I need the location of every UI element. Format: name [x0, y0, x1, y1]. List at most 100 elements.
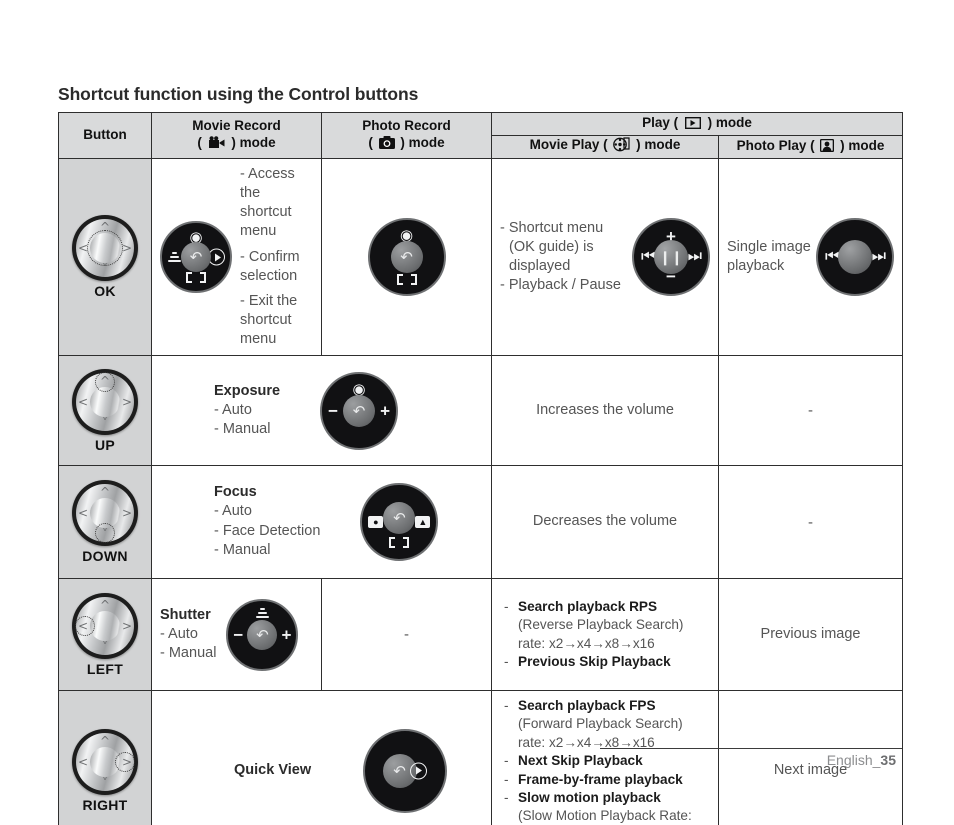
- paren-open: (: [197, 134, 202, 150]
- list-item-label: (Forward Playback Search): [518, 716, 683, 732]
- osd-wheel-playback: + − ⏮ ⏭ ❙❙: [632, 218, 710, 297]
- list-item: - Next Skip Playback: [504, 752, 710, 770]
- dpad-up[interactable]: ^ ˅ < >: [72, 368, 138, 435]
- cell-left-movie-play: - Search playback RPS (Reverse Playback …: [491, 578, 719, 692]
- camera-icon: [378, 135, 395, 154]
- button-label: RIGHT: [82, 796, 128, 813]
- osd-wheel-photo-shortcut: ◉ ↶: [367, 218, 446, 297]
- dpad-arrow-up-icon: ^: [99, 733, 111, 748]
- header-photo-play-pre: Photo Play (: [736, 137, 815, 153]
- table-row: ^ ˅ < > LEFT Shutter - Auto - Manual − +…: [58, 578, 904, 692]
- list-item-label: Search playback FPS: [518, 698, 656, 714]
- bullet-char: -: [504, 789, 509, 805]
- ok-photo-play-label: Single image playback: [727, 238, 811, 275]
- header-photo-play-post: ) mode: [840, 137, 885, 153]
- cell-down-photo-play: -: [717, 465, 904, 580]
- focus-brackets-icon: [186, 272, 206, 284]
- minus-icon: −: [233, 625, 244, 645]
- shortcut-function-table: Button Movie Record ( ) mode Photo Recor…: [58, 112, 904, 825]
- dpad-highlight-center: [87, 230, 123, 267]
- list-item: - Previous Skip Playback: [504, 653, 710, 671]
- dpad-arrow-left-icon: <: [78, 754, 89, 769]
- list-item: displayed: [509, 258, 571, 275]
- cell-left-photo-record: -: [321, 578, 492, 692]
- button-label: LEFT: [86, 660, 124, 677]
- button-cell-left: ^ ˅ < > LEFT: [58, 578, 152, 692]
- bullet-char: -: [504, 698, 509, 714]
- desc-title: Focus: [214, 484, 257, 501]
- down-focus-desc: Focus - Auto - Face Detection - Manual: [214, 484, 320, 559]
- table-header-row-1: Button Movie Record ( ) mode Photo Recor…: [58, 112, 904, 159]
- dpad-arrow-right-icon: >: [121, 394, 132, 409]
- landscape-icon: ▲: [415, 516, 431, 529]
- osd-wheel-shutter: − + ↶: [226, 598, 299, 671]
- portrait-photo-icon: [820, 138, 835, 157]
- return-arrow-icon: ↶: [383, 501, 416, 534]
- bullet-char: [504, 635, 512, 653]
- up-photo-play-text: -: [808, 402, 813, 420]
- down-photo-play-text: -: [808, 513, 813, 531]
- cell-down-movie-play: Decreases the volume: [491, 465, 719, 580]
- button-label: DOWN: [82, 548, 128, 565]
- list-item: (Forward Playback Search): [504, 715, 710, 733]
- bullet-char: [504, 616, 512, 634]
- dpad-highlight-down: [95, 523, 115, 544]
- left-movie-play-list: - Search playback RPS (Reverse Playback …: [492, 592, 718, 677]
- dpad-ok[interactable]: ^ ˅ < >: [72, 215, 138, 282]
- list-item: - Shortcut menu: [500, 219, 604, 236]
- header-photo-record-line2: ( ) mode: [322, 135, 491, 154]
- wheel-center: [838, 240, 873, 275]
- dpad-right[interactable]: ^ ˅ < >: [72, 728, 138, 795]
- face-detect-icon: ●: [368, 516, 384, 529]
- right-movie-play-list: - Search playback FPS (Forward Playback …: [492, 691, 718, 825]
- page-footer: English_35: [827, 752, 896, 768]
- list-item: - Search playback FPS: [504, 697, 710, 715]
- plus-icon: +: [281, 625, 292, 645]
- desc-title: Shutter: [160, 606, 211, 623]
- focus-brackets-icon: [389, 537, 410, 549]
- exposure-bars-icon: [167, 252, 181, 263]
- osd-wheel-shortcut: ◉ ↶: [160, 221, 232, 294]
- list-item: (Reverse Playback Search): [504, 616, 710, 634]
- exposure-bars-icon: [255, 607, 269, 618]
- cell-ok-photo-record: ◉ ↶: [321, 157, 492, 357]
- header-play-mode: Play ( ) mode: [490, 112, 904, 136]
- desc-title: Exposure: [214, 382, 281, 399]
- dpad-arrow-right-icon: >: [121, 241, 132, 256]
- list-item-label: (Slow Motion Playback Rate:: [518, 808, 692, 824]
- dpad-left[interactable]: ^ ˅ < >: [72, 592, 138, 659]
- list-item-label: (Reverse Playback Search): [518, 617, 684, 633]
- list-item-label: rate: x2→x4→x8→x16: [518, 635, 655, 651]
- film-reel-icon: [613, 137, 630, 157]
- cell-ok-movie-play: - Shortcut menu (OK guide) is displayed …: [491, 157, 719, 357]
- list-item: (Slow Motion Playback Rate:: [504, 807, 710, 825]
- list-item-label: Search playback RPS: [518, 598, 658, 614]
- osd-wheel-single-image: ⏮ ⏭: [816, 218, 895, 297]
- down-movie-play-text: Decreases the volume: [532, 513, 678, 530]
- cell-up-photo-play: -: [717, 355, 904, 467]
- return-arrow-icon: ↶: [181, 242, 211, 273]
- dpad-down[interactable]: ^ ˅ < >: [72, 480, 138, 547]
- plus-icon: +: [380, 401, 391, 421]
- header-movie-play: Movie Play ( ) mode: [491, 135, 719, 159]
- list-item: - Exit the shortcut menu: [240, 292, 298, 347]
- header-play-mode-post: ) mode: [707, 114, 752, 130]
- paren-open-2: (: [368, 134, 373, 150]
- bullet-char: [504, 734, 512, 752]
- list-item: - Face Detection: [214, 522, 321, 539]
- play-circle-icon: [409, 762, 427, 779]
- up-exposure-desc: Exposure - Auto - Manual: [214, 383, 280, 439]
- header-movie-record: Movie Record ( ) mode: [151, 112, 322, 159]
- return-arrow-icon: ↶: [390, 241, 423, 274]
- play-triangle-icon: [684, 116, 701, 134]
- osd-wheel-quick-view: ↶: [363, 728, 448, 813]
- list-item: - Auto: [214, 401, 252, 418]
- header-movie-record-line2: ( ) mode: [152, 135, 321, 154]
- list-item: - Search playback RPS: [504, 598, 710, 616]
- list-item: - Access the shortcut menu: [240, 166, 295, 240]
- header-movie-record-suffix: ) mode: [231, 134, 276, 150]
- dpad-arrow-down-icon: ˅: [102, 775, 108, 790]
- header-photo-record: Photo Record ( ) mode: [321, 112, 492, 159]
- dpad-arrow-right-icon: >: [121, 618, 132, 633]
- dpad-arrow-up-icon: ^: [99, 597, 111, 612]
